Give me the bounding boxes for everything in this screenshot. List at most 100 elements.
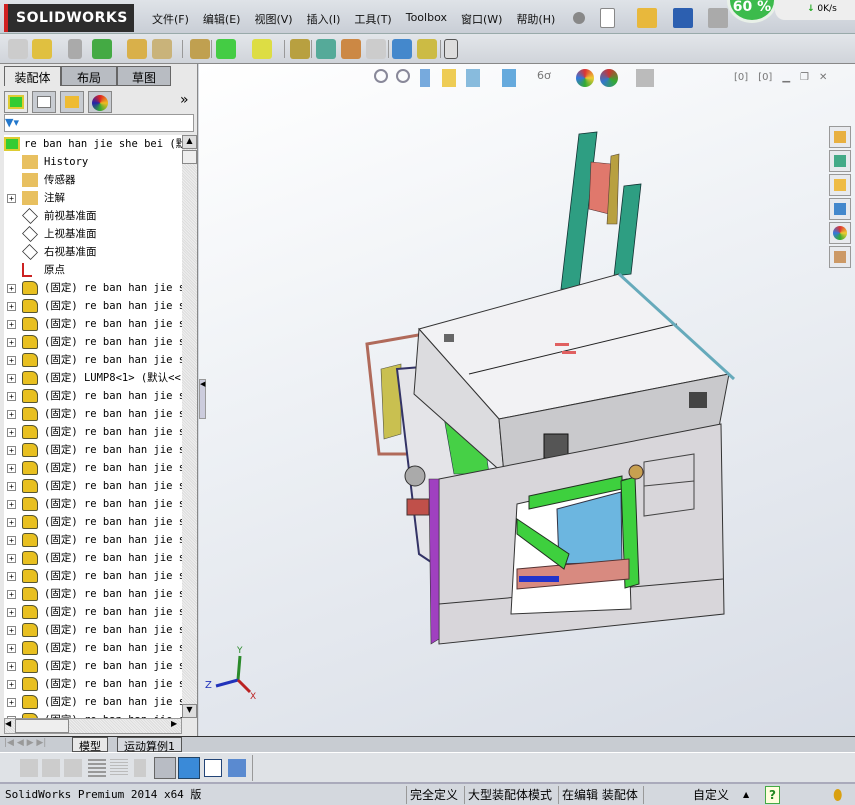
expand-icon[interactable]: + <box>7 338 16 347</box>
menu-file[interactable]: 文件(F) <box>145 6 196 32</box>
tree-item[interactable]: 前视基准面 <box>4 207 182 225</box>
filter-icon[interactable]: ▼▾ <box>5 116 19 129</box>
move-component-icon[interactable] <box>152 39 172 59</box>
units-selector[interactable]: 自定义 <box>690 786 732 804</box>
tree-item[interactable]: +(固定) re ban han jie s <box>4 279 182 297</box>
edit-appearance-icon[interactable] <box>576 69 594 87</box>
scroll-right-button[interactable]: ▶ <box>171 719 181 733</box>
task-pane-appearances-icon[interactable] <box>829 222 851 244</box>
tree-item[interactable]: 右视基准面 <box>4 243 182 261</box>
expand-chevron-icon[interactable]: » <box>180 92 189 108</box>
tree-item[interactable]: +(固定) re ban han jie s <box>4 621 182 639</box>
restore-icon[interactable]: ❐ <box>800 72 809 83</box>
expand-icon[interactable]: + <box>7 572 16 581</box>
tab-assembly[interactable]: 装配体 <box>4 66 61 86</box>
task-pane-design-library-icon[interactable] <box>829 150 851 172</box>
tree-item[interactable]: +(固定) re ban han jie s <box>4 693 182 711</box>
display-manager-icon[interactable] <box>88 91 112 113</box>
rebuild-icon[interactable]: ⬮ <box>830 786 845 804</box>
menu-tools[interactable]: 工具(T) <box>347 6 398 32</box>
scroll-down-button[interactable]: ▼ <box>182 704 197 718</box>
exploded-view-icon[interactable] <box>341 39 361 59</box>
view-settings-icon[interactable] <box>636 69 654 87</box>
tree-item[interactable]: +(固定) re ban han jie s <box>4 603 182 621</box>
menu-help[interactable]: 帮助(H) <box>509 6 562 32</box>
expand-icon[interactable]: + <box>7 320 16 329</box>
zoom-to-fit-icon[interactable] <box>374 69 388 83</box>
drawing-icon[interactable] <box>228 759 246 777</box>
expand-icon[interactable]: + <box>7 500 16 509</box>
tree-item[interactable]: +(固定) re ban han jie s <box>4 639 182 657</box>
expand-icon[interactable]: + <box>7 518 16 527</box>
expand-icon[interactable]: + <box>7 302 16 311</box>
tree-root[interactable]: re ban han jie she bei (默 <box>4 135 182 153</box>
tree-vertical-scrollbar[interactable]: ▲ ▼ <box>182 135 197 718</box>
clearance-verification-icon[interactable] <box>417 39 437 59</box>
smart-fasteners-icon[interactable] <box>127 39 147 59</box>
menu-view[interactable]: 视图(V) <box>247 6 299 32</box>
expand-icon[interactable]: + <box>7 464 16 473</box>
tree-item[interactable]: +(固定) re ban han jie s <box>4 711 182 718</box>
viewport-split-right-icon[interactable]: [0] <box>758 72 772 83</box>
section-view-icon[interactable] <box>442 69 456 87</box>
scroll-thumb[interactable] <box>182 150 197 164</box>
assembly-3d-model[interactable] <box>339 124 759 664</box>
copy-icon[interactable] <box>42 759 60 777</box>
assembly-icon[interactable] <box>8 39 28 59</box>
interference-detection-icon[interactable] <box>392 39 412 59</box>
menu-insert[interactable]: 插入(I) <box>300 6 348 32</box>
tree-item[interactable]: + (固定) LUMP8<1> (默认<< <box>4 369 182 387</box>
apply-scene-icon[interactable] <box>600 69 618 87</box>
filter-bar[interactable]: ▼▾ <box>4 114 194 132</box>
tree-item[interactable]: +(固定) re ban han jie s <box>4 315 182 333</box>
expand-icon[interactable]: + <box>7 608 16 617</box>
graphics-area[interactable]: 6ơ [0] [0] ▁ ❐ ✕ Y Z X ◀ <box>199 64 855 737</box>
expand-icon[interactable]: + <box>7 410 16 419</box>
bill-of-materials-icon[interactable] <box>316 39 336 59</box>
expand-icon[interactable]: + <box>7 698 16 707</box>
tree-item[interactable]: +(固定) re ban han jie s <box>4 297 182 315</box>
tree-item[interactable]: +(固定) re ban han jie s <box>4 351 182 369</box>
viewport-split-left-icon[interactable]: [0] <box>734 72 748 83</box>
close-icon[interactable]: ✕ <box>819 72 827 83</box>
tree-item[interactable]: History <box>4 153 182 171</box>
tree-item[interactable]: +(固定) re ban han jie s <box>4 441 182 459</box>
tree-item[interactable]: +(固定) re ban han jie s <box>4 657 182 675</box>
scroll-up-button[interactable]: ▲ <box>182 135 197 149</box>
tree-item[interactable]: +(固定) re ban han jie s <box>4 423 182 441</box>
tree-item[interactable]: +(固定) re ban han jie s <box>4 477 182 495</box>
model-tree-icon[interactable] <box>154 757 176 779</box>
print-icon[interactable] <box>708 8 728 28</box>
tab-sketch[interactable]: 草图 <box>117 66 171 86</box>
show-hidden-icon[interactable] <box>190 39 210 59</box>
tree-item[interactable]: 传感器 <box>4 171 182 189</box>
panel-collapse-handle[interactable]: ◀ <box>199 379 206 419</box>
expand-icon[interactable]: + <box>7 680 16 689</box>
expand-icon[interactable]: + <box>7 446 16 455</box>
tree-item[interactable]: +(固定) re ban han jie s <box>4 567 182 585</box>
expand-icon[interactable]: + <box>7 374 16 383</box>
hide-show-items-icon[interactable]: 6ơ <box>537 69 555 87</box>
open-icon[interactable] <box>637 8 657 28</box>
tab-model[interactable]: 模型 <box>72 737 108 753</box>
tree-item[interactable]: +(固定) re ban han jie s <box>4 675 182 693</box>
reference-geometry-icon[interactable] <box>252 39 272 59</box>
pin-icon[interactable] <box>573 12 585 24</box>
save-icon[interactable] <box>673 8 693 28</box>
help-button[interactable]: ? <box>765 786 780 804</box>
assembly-features-icon[interactable] <box>216 39 236 59</box>
tree-horizontal-scrollbar[interactable]: ◀ ▶ <box>4 718 182 734</box>
tree-item[interactable]: +(固定) re ban han jie s <box>4 333 182 351</box>
scroll-left-button[interactable]: ◀ <box>5 719 15 733</box>
previous-view-icon[interactable] <box>420 69 430 87</box>
configuration-manager-icon[interactable] <box>60 91 84 113</box>
expand-icon[interactable]: + <box>7 554 16 563</box>
link-icon[interactable] <box>64 759 82 777</box>
task-pane-file-explorer-icon[interactable] <box>829 174 851 196</box>
view-orientation-icon[interactable] <box>466 69 480 87</box>
tree-item[interactable]: 上视基准面 <box>4 225 182 243</box>
expand-icon[interactable]: + <box>7 356 16 365</box>
tree-item[interactable]: +(固定) re ban han jie s <box>4 495 182 513</box>
task-pane-view-palette-icon[interactable] <box>829 198 851 220</box>
hscroll-thumb[interactable] <box>15 719 69 733</box>
